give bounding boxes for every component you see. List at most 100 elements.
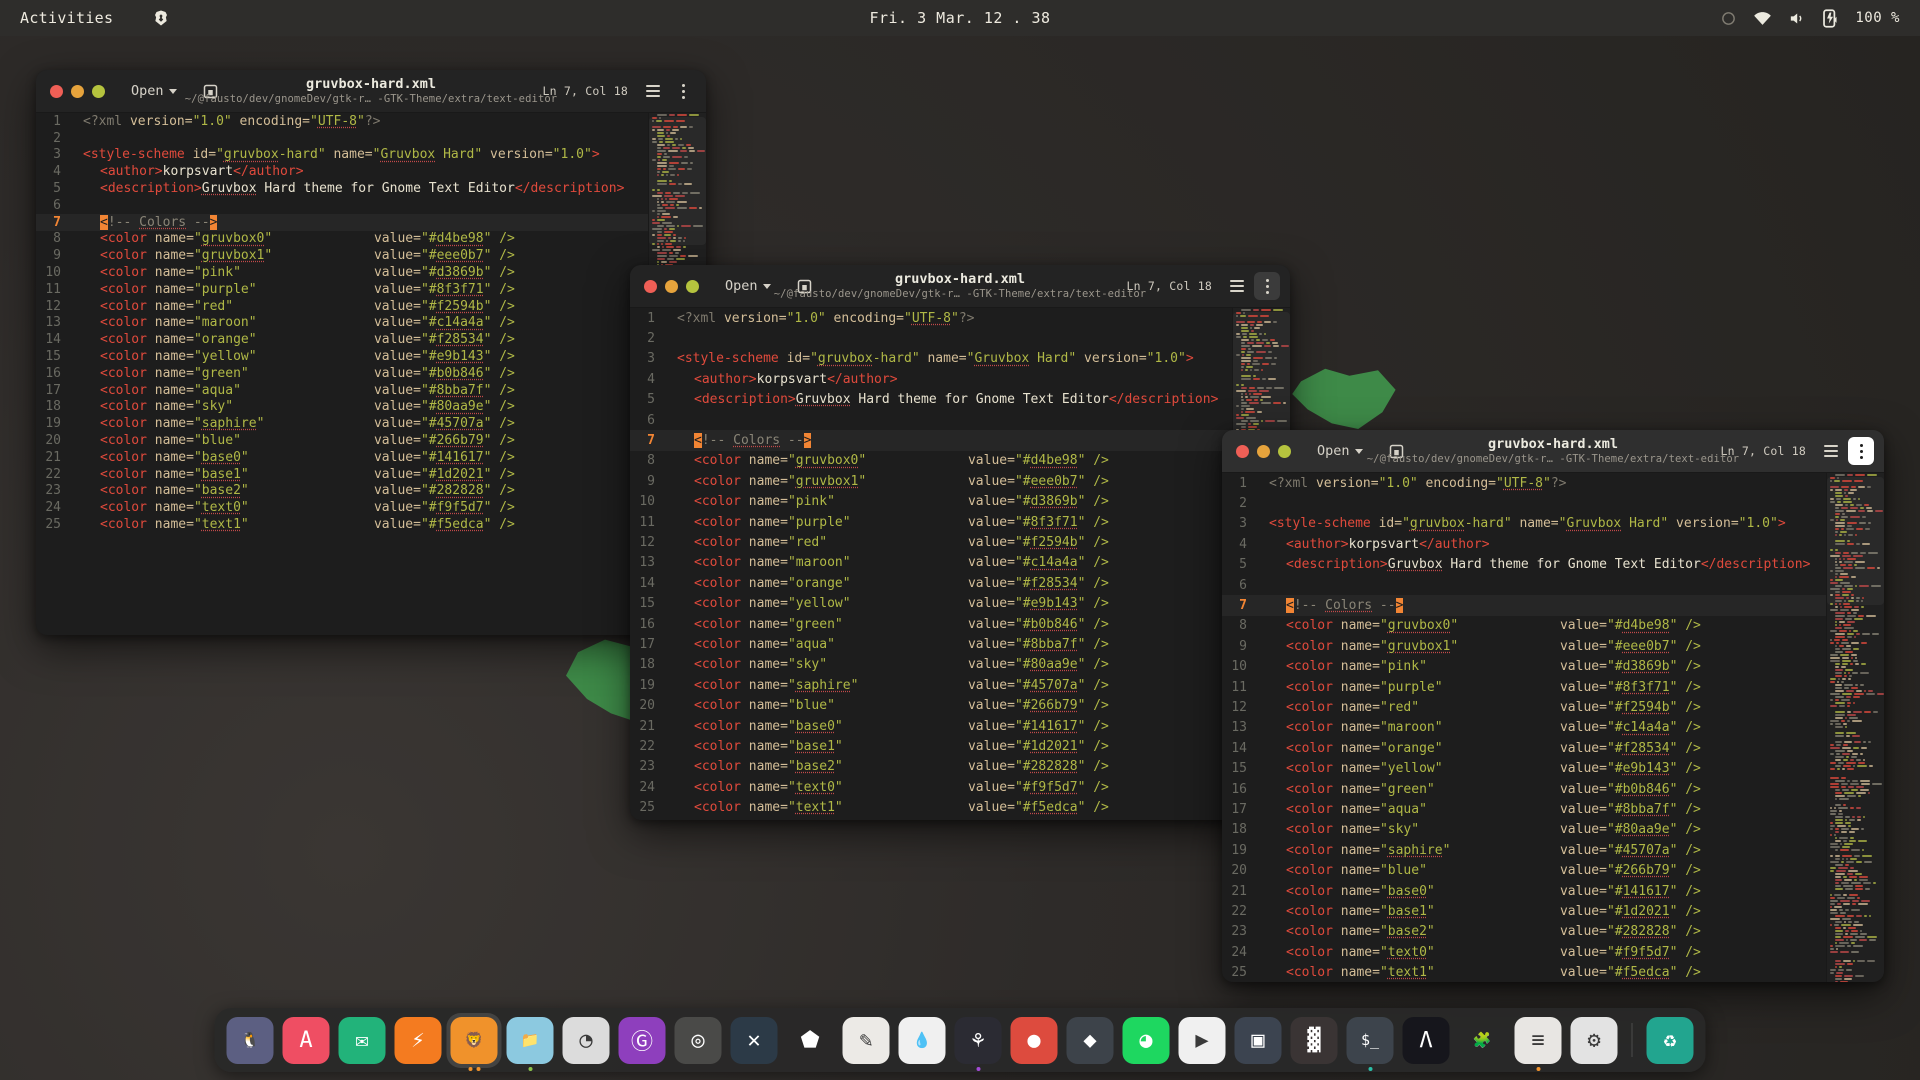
code-line[interactable]: 18 <color name="sky" value="#80aa9e" /> <box>630 655 1232 675</box>
clock[interactable]: Fri. 3 Mar. 12 . 38 <box>0 9 1920 27</box>
maximize-button[interactable] <box>686 279 699 293</box>
code-line[interactable]: 7 <!-- Colors --> <box>36 213 648 231</box>
open-button[interactable]: Open <box>1317 443 1363 459</box>
activities-button[interactable]: Activities <box>20 9 113 27</box>
kebab-menu-icon[interactable] <box>1254 272 1280 300</box>
code-line[interactable]: 13 <color name="maroon" value="#c14a4a" /… <box>1222 718 1826 738</box>
code-line[interactable]: 6 <box>630 410 1232 430</box>
dock-item-media-player[interactable]: ▶ <box>1178 1016 1226 1064</box>
code-line[interactable]: 17 <color name="aqua" value="#8bba7f" /> <box>36 382 648 399</box>
dock-item-vs-code[interactable]: ✕ <box>730 1016 778 1064</box>
code-line[interactable]: 17 <color name="aqua" value="#8bba7f" /> <box>630 634 1232 654</box>
code-line[interactable]: 16 <color name="green" value="#b0b846" /> <box>36 365 648 382</box>
code-line[interactable]: 11 <color name="purple" value="#8f3f71" /… <box>630 512 1232 532</box>
dock-item-color-picker[interactable]: 💧 <box>898 1016 946 1064</box>
code-area[interactable]: 1 <?xml version="1.0" encoding="UTF-8"?> 2… <box>1222 473 1884 982</box>
dock-item-disks[interactable]: ◔ <box>562 1016 610 1064</box>
battery-charging-icon[interactable] <box>1821 8 1840 28</box>
brave-icon[interactable] <box>151 8 171 28</box>
code-line[interactable]: 6 <box>1222 575 1826 595</box>
code-line[interactable]: 17 <color name="aqua" value="#8bba7f" /> <box>1222 799 1826 819</box>
dock-item-system-monitor[interactable]: ▓ <box>1290 1016 1338 1064</box>
code-line[interactable]: 14 <color name="orange" value="#f28534" /… <box>36 331 648 348</box>
code-line[interactable]: 16 <color name="green" value="#b0b846" /> <box>1222 779 1826 799</box>
code-line[interactable]: 18 <color name="sky" value="#80aa9e" /> <box>36 399 648 416</box>
code-line[interactable]: 3 <style-scheme id="gruvbox-hard" name="G… <box>36 147 648 164</box>
code-line[interactable]: 7 <!-- Colors --> <box>630 430 1232 451</box>
text-editor-window-3[interactable]: Open gruvbox-hard.xml ~/@fausto/dev/gnom… <box>1222 430 1884 982</box>
code-line[interactable]: 23 <color name="base2" value="#282828" /> <box>630 757 1232 777</box>
dock-item-spotify[interactable]: ◕ <box>1122 1016 1170 1064</box>
minimize-button[interactable] <box>71 84 84 98</box>
text-editor-window-2[interactable]: Open gruvbox-hard.xml ~/@fausto/dev/gnom… <box>630 265 1290 820</box>
code-line[interactable]: 13 <color name="maroon" value="#c14a4a" /… <box>630 553 1232 573</box>
titlebar-right[interactable]: Ln 7, Col 18 <box>1127 272 1290 300</box>
code-line[interactable]: 16 <color name="green" value="#b0b846" /> <box>630 614 1232 634</box>
code-lines[interactable]: 1 <?xml version="1.0" encoding="UTF-8"?> 2… <box>630 308 1232 820</box>
code-line[interactable]: 22 <color name="base1" value="#1d2021" /> <box>36 466 648 483</box>
code-line[interactable]: 9 <color name="gruvbox1" value="#eee0b7" … <box>36 247 648 264</box>
dock-item-figma[interactable]: ⚘ <box>954 1016 1002 1071</box>
code-lines[interactable]: 1 <?xml version="1.0" encoding="UTF-8"?> 2… <box>1222 473 1826 982</box>
minimize-button[interactable] <box>665 279 678 293</box>
code-line[interactable]: 10 <color name="pink" value="#d3869b" /> <box>36 264 648 281</box>
dock-item-terminal[interactable]: $_ <box>1346 1016 1394 1071</box>
code-line[interactable]: 9 <color name="gruvbox1" value="#eee0b7" … <box>1222 636 1826 656</box>
code-line[interactable]: 5 <description>Gruvbox Hard theme for Gno… <box>36 180 648 197</box>
code-line[interactable]: 4 <author>korpsvart</author> <box>1222 534 1826 554</box>
open-button[interactable]: Open <box>131 83 177 99</box>
code-line[interactable]: 13 <color name="maroon" value="#c14a4a" /… <box>36 315 648 332</box>
window-titlebar[interactable]: Open gruvbox-hard.xml ~/@fausto/dev/gnom… <box>1222 430 1884 473</box>
dock-item-files[interactable]: 📁 <box>506 1016 554 1071</box>
code-line[interactable]: 15 <color name="yellow" value="#e9b143" /… <box>36 348 648 365</box>
close-button[interactable] <box>50 84 63 98</box>
hamburger-menu-icon[interactable] <box>640 77 666 105</box>
code-line[interactable]: 21 <color name="base0" value="#141617" /> <box>1222 881 1826 901</box>
window-controls[interactable] <box>644 279 699 293</box>
open-button[interactable]: Open <box>725 278 771 294</box>
code-line[interactable]: 19 <color name="saphire" value="#45707a" … <box>36 415 648 432</box>
code-line[interactable]: 15 <color name="yellow" value="#e9b143" /… <box>630 593 1232 613</box>
code-line[interactable]: 14 <color name="orange" value="#f28534" /… <box>630 573 1232 593</box>
dock-item-settings[interactable]: ⚙ <box>1570 1016 1618 1064</box>
code-line[interactable]: 1 <?xml version="1.0" encoding="UTF-8"?> <box>1222 473 1826 493</box>
code-line[interactable]: 2 <box>36 130 648 147</box>
dock-item-obsidian[interactable]: ⬟ <box>787 1017 834 1064</box>
dock-item-affinity[interactable]: A <box>282 1016 330 1064</box>
save-icon[interactable] <box>1389 443 1405 459</box>
dock-item-firefox[interactable]: 🐧 <box>226 1016 274 1064</box>
code-line[interactable]: 10 <color name="pink" value="#d3869b" /> <box>1222 657 1826 677</box>
dock-item-alacritty[interactable]: Λ <box>1402 1016 1450 1064</box>
dock-item-github[interactable]: Ⓖ <box>618 1016 666 1064</box>
code-line[interactable]: 2 <box>1222 493 1826 513</box>
code-line[interactable]: 6 <box>36 197 648 214</box>
text-editor-window-1[interactable]: Open gruvbox-hard.xml ~/@fausto/dev/gnom… <box>36 70 706 635</box>
code-line[interactable]: 7 <!-- Colors --> <box>1222 595 1826 616</box>
code-line[interactable]: 18 <color name="sky" value="#80aa9e" /> <box>1222 820 1826 840</box>
dock[interactable]: 🐧 A ✉ ⚡ 🦁 📁 ◔ Ⓖ ◎ ✕ ⬟ ✎ 💧 ⚘ ● ◆ ◕ ▶ ▣ ▓ $_ Λ 🧩 ≡ ⚙ ♻ <box>214 1008 1706 1072</box>
code-line[interactable]: 12 <color name="red" value="#f2594b" /> <box>36 298 648 315</box>
volume-icon[interactable] <box>1787 9 1806 28</box>
code-line[interactable]: 8 <color name="gruvbox0" value="#d4be98" … <box>630 451 1232 471</box>
code-line[interactable]: 11 <color name="purple" value="#8f3f71" /… <box>36 281 648 298</box>
code-line[interactable]: 5 <description>Gruvbox Hard theme for Gno… <box>630 390 1232 410</box>
wifi-icon[interactable] <box>1753 9 1772 28</box>
titlebar-right[interactable]: Ln 7, Col 18 <box>543 77 706 105</box>
kebab-menu-icon[interactable] <box>1848 437 1874 465</box>
hamburger-menu-icon[interactable] <box>1224 272 1250 300</box>
code-line[interactable]: 8 <color name="gruvbox0" value="#d4be98" … <box>1222 616 1826 636</box>
code-line[interactable]: 23 <color name="base2" value="#282828" /> <box>1222 922 1826 942</box>
code-line[interactable]: 20 <color name="blue" value="#266b79" /> <box>1222 860 1826 880</box>
kebab-menu-icon[interactable] <box>670 77 696 105</box>
hamburger-menu-icon[interactable] <box>1818 437 1844 465</box>
dock-item-thunder[interactable]: ⚡ <box>394 1016 442 1064</box>
dock-item-trash[interactable]: ♻ <box>1646 1016 1694 1064</box>
dock-item-insomnia[interactable]: ◎ <box>674 1016 722 1064</box>
save-icon[interactable] <box>797 278 813 294</box>
code-line[interactable]: 1 <?xml version="1.0" encoding="UTF-8"?> <box>36 113 648 130</box>
code-area[interactable]: 1 <?xml version="1.0" encoding="UTF-8"?> 2… <box>630 308 1290 820</box>
maximize-button[interactable] <box>1278 444 1291 458</box>
code-line[interactable]: 8 <color name="gruvbox0" value="#d4be98" … <box>36 231 648 248</box>
dock-item-extensions[interactable]: 🧩 <box>1459 1017 1506 1064</box>
window-controls[interactable] <box>50 84 105 98</box>
